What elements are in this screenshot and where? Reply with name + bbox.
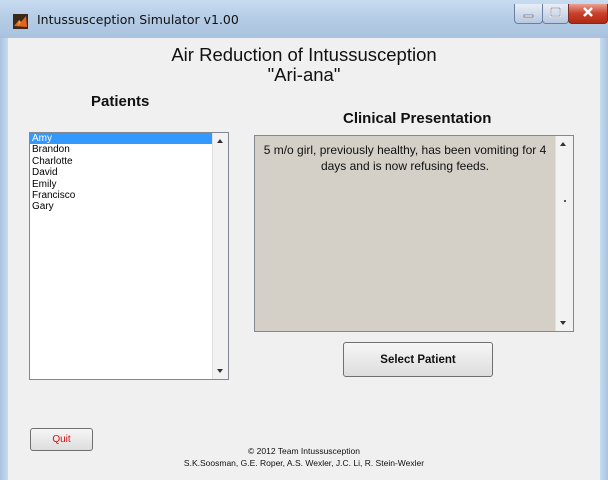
scroll-down-icon[interactable] bbox=[217, 369, 223, 373]
patient-list[interactable]: Amy Brandon Charlotte David Emily Francisco Ga… bbox=[29, 132, 229, 380]
scroll-up-icon[interactable] bbox=[217, 139, 223, 143]
scroll-thumb[interactable] bbox=[564, 200, 566, 202]
scroll-up-icon[interactable] bbox=[560, 142, 566, 146]
patient-list-item[interactable]: Brandon bbox=[30, 144, 228, 155]
app-subtitle: "Ari-ana" bbox=[267, 64, 341, 85]
patient-list-items: Amy Brandon Charlotte David Emily Francisco Ga… bbox=[30, 133, 228, 213]
footer-copyright: © 2012 Team Intussusception bbox=[248, 446, 360, 456]
title-bar[interactable]: Intussusception Simulator v1.00 bbox=[0, 0, 608, 38]
patient-list-item[interactable]: Charlotte bbox=[30, 156, 228, 167]
clinical-presentation-heading: Clinical Presentation bbox=[343, 110, 492, 127]
patient-list-item[interactable]: David bbox=[30, 167, 228, 178]
patient-list-item[interactable]: Amy bbox=[30, 133, 228, 145]
patients-heading: Patients bbox=[91, 93, 150, 110]
clinical-presentation-text[interactable]: 5 m/o girl, previously healthy, has been… bbox=[254, 135, 574, 332]
patient-list-item[interactable]: Emily bbox=[30, 179, 228, 190]
patient-list-item[interactable]: Gary bbox=[30, 201, 228, 212]
window-frame-left bbox=[0, 38, 8, 480]
footer-authors: S.K.Soosman, G.E. Roper, A.S. Wexler, J.… bbox=[183, 458, 425, 468]
patient-list-item[interactable]: Francisco bbox=[30, 190, 228, 201]
minimize-icon bbox=[523, 14, 534, 18]
clinical-presentation-content: 5 m/o girl, previously healthy, has been… bbox=[263, 143, 547, 173]
maximize-icon bbox=[550, 7, 561, 17]
maximize-button[interactable] bbox=[542, 4, 569, 24]
patient-list-scrollbar[interactable] bbox=[212, 133, 228, 379]
window-title: Intussusception Simulator v1.00 bbox=[37, 12, 239, 27]
clinical-text-scrollbar[interactable] bbox=[555, 136, 573, 331]
select-patient-button[interactable]: Select Patient bbox=[343, 342, 493, 377]
scroll-down-icon[interactable] bbox=[560, 321, 566, 325]
matlab-icon bbox=[13, 14, 28, 29]
close-icon bbox=[583, 7, 593, 17]
close-button[interactable] bbox=[568, 4, 608, 24]
window-frame-right bbox=[600, 38, 608, 480]
app-title: Air Reduction of Intussusception bbox=[171, 44, 437, 65]
minimize-button[interactable] bbox=[514, 4, 543, 24]
app-window: Intussusception Simulator v1.00 Air Redu… bbox=[0, 0, 608, 480]
